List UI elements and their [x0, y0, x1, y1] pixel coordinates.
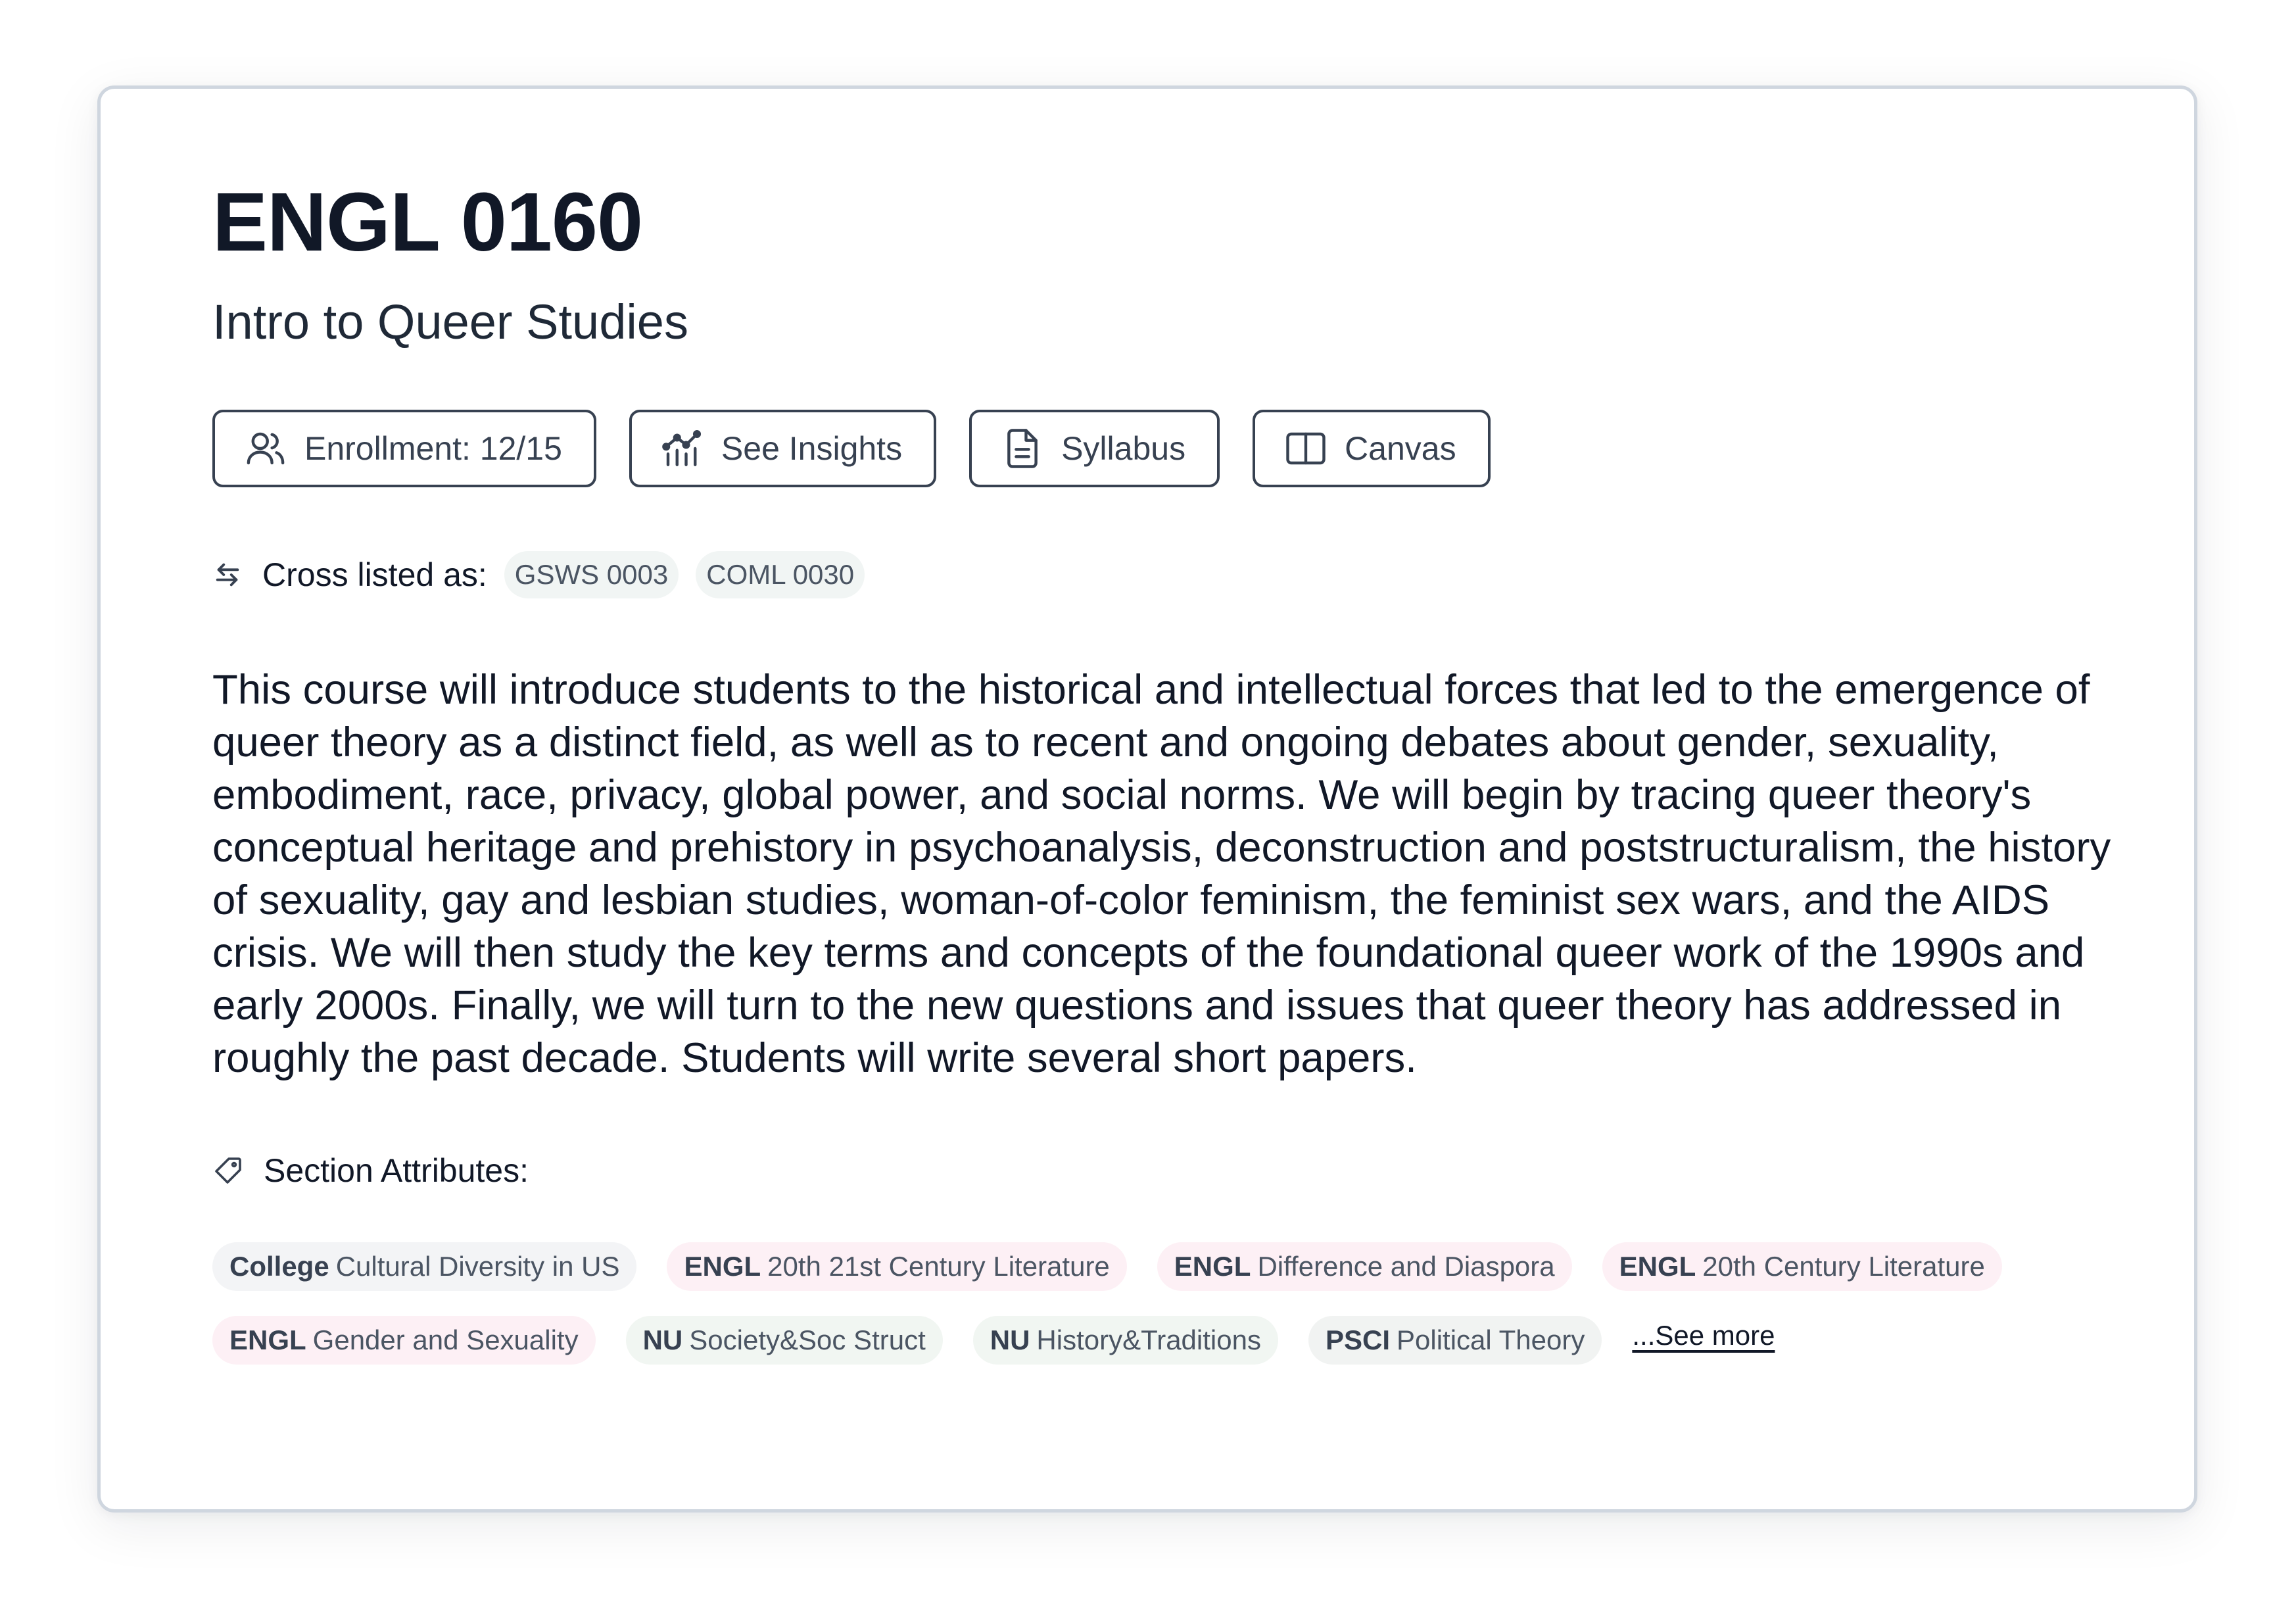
attribute-tag-name: Society&Soc Struct: [689, 1324, 926, 1355]
course-card-content: ENGL 0160 Intro to Queer Studies Enrollm…: [212, 176, 2111, 1365]
cross-listed-course[interactable]: GSWS 0003: [504, 551, 679, 598]
attribute-tag-prefix: NU: [642, 1324, 683, 1355]
attribute-tag-name: 20th Century Literature: [1702, 1251, 1985, 1282]
document-icon: [1007, 429, 1038, 468]
attribute-tag-prefix: ENGL: [684, 1251, 761, 1282]
attribute-tag[interactable]: NU Society&Soc Struct: [625, 1316, 943, 1365]
course-title: Intro to Queer Studies: [212, 295, 688, 349]
syllabus-button[interactable]: Syllabus: [969, 410, 1220, 487]
enrollment-label: Enrollment: 12/15: [304, 430, 562, 467]
see-more-link[interactable]: ...See more: [1632, 1320, 1775, 1351]
course-code: ENGL 0160: [212, 176, 643, 268]
attribute-tag[interactable]: ENGL Difference and Diaspora: [1157, 1242, 1572, 1291]
attribute-tag-prefix: PSCI: [1325, 1324, 1390, 1355]
attribute-tag-prefix: College: [229, 1251, 329, 1282]
attribute-tag-name: Difference and Diaspora: [1257, 1251, 1555, 1282]
attribute-tag-name: Cultural Diversity in US: [335, 1251, 620, 1282]
canvas-label: Canvas: [1345, 430, 1456, 467]
attribute-tag[interactable]: ENGL 20th 21st Century Literature: [667, 1242, 1127, 1291]
insights-chart-icon: [662, 429, 701, 466]
canvas-button[interactable]: Canvas: [1253, 410, 1491, 487]
attribute-tag-name: History&Traditions: [1036, 1324, 1261, 1355]
enrollment-button[interactable]: Enrollment: 12/15: [212, 410, 596, 487]
attribute-tag-name: 20th 21st Century Literature: [767, 1251, 1110, 1282]
cross-listed-row: Cross listed as: GSWS 0003 COML 0030: [212, 549, 2099, 600]
section-attributes-header: Section Attributes:: [212, 1148, 2099, 1194]
users-icon: [247, 432, 285, 465]
tag-icon: [215, 1157, 241, 1184]
attribute-tag-name: Political Theory: [1397, 1324, 1585, 1355]
attribute-tags: College Cultural Diversity in US ENGL 20th…: [212, 1242, 2106, 1365]
attribute-tag-prefix: ENGL: [229, 1324, 306, 1355]
attribute-tag-prefix: ENGL: [1619, 1251, 1696, 1282]
arrows-swap-icon: [216, 563, 239, 587]
cross-listed-course[interactable]: COML 0030: [696, 551, 865, 598]
course-card: ENGL 0160 Intro to Queer Studies Enrollm…: [97, 85, 2197, 1513]
cross-listed-label: Cross listed as:: [262, 556, 487, 593]
attribute-tag[interactable]: College Cultural Diversity in US: [212, 1242, 637, 1291]
attribute-tag-name: Gender and Sexuality: [312, 1324, 579, 1355]
see-insights-label: See Insights: [721, 430, 903, 467]
see-insights-button[interactable]: See Insights: [629, 410, 937, 487]
book-open-icon: [1286, 432, 1326, 465]
attribute-tag[interactable]: ENGL Gender and Sexuality: [212, 1316, 596, 1365]
attribute-tag[interactable]: ENGL 20th Century Literature: [1602, 1242, 2002, 1291]
section-attributes-label: Section Attributes:: [264, 1152, 529, 1189]
attribute-tag[interactable]: PSCI Political Theory: [1308, 1316, 1602, 1365]
syllabus-label: Syllabus: [1061, 430, 1186, 467]
action-buttons: Enrollment: 12/15 See Insights Syllabus …: [212, 410, 2099, 487]
attribute-tag-prefix: ENGL: [1174, 1251, 1251, 1282]
attribute-tag[interactable]: NU History&Traditions: [972, 1316, 1278, 1365]
attribute-tag-prefix: NU: [990, 1324, 1030, 1355]
course-description: This course will introduce students to t…: [212, 667, 2111, 1081]
